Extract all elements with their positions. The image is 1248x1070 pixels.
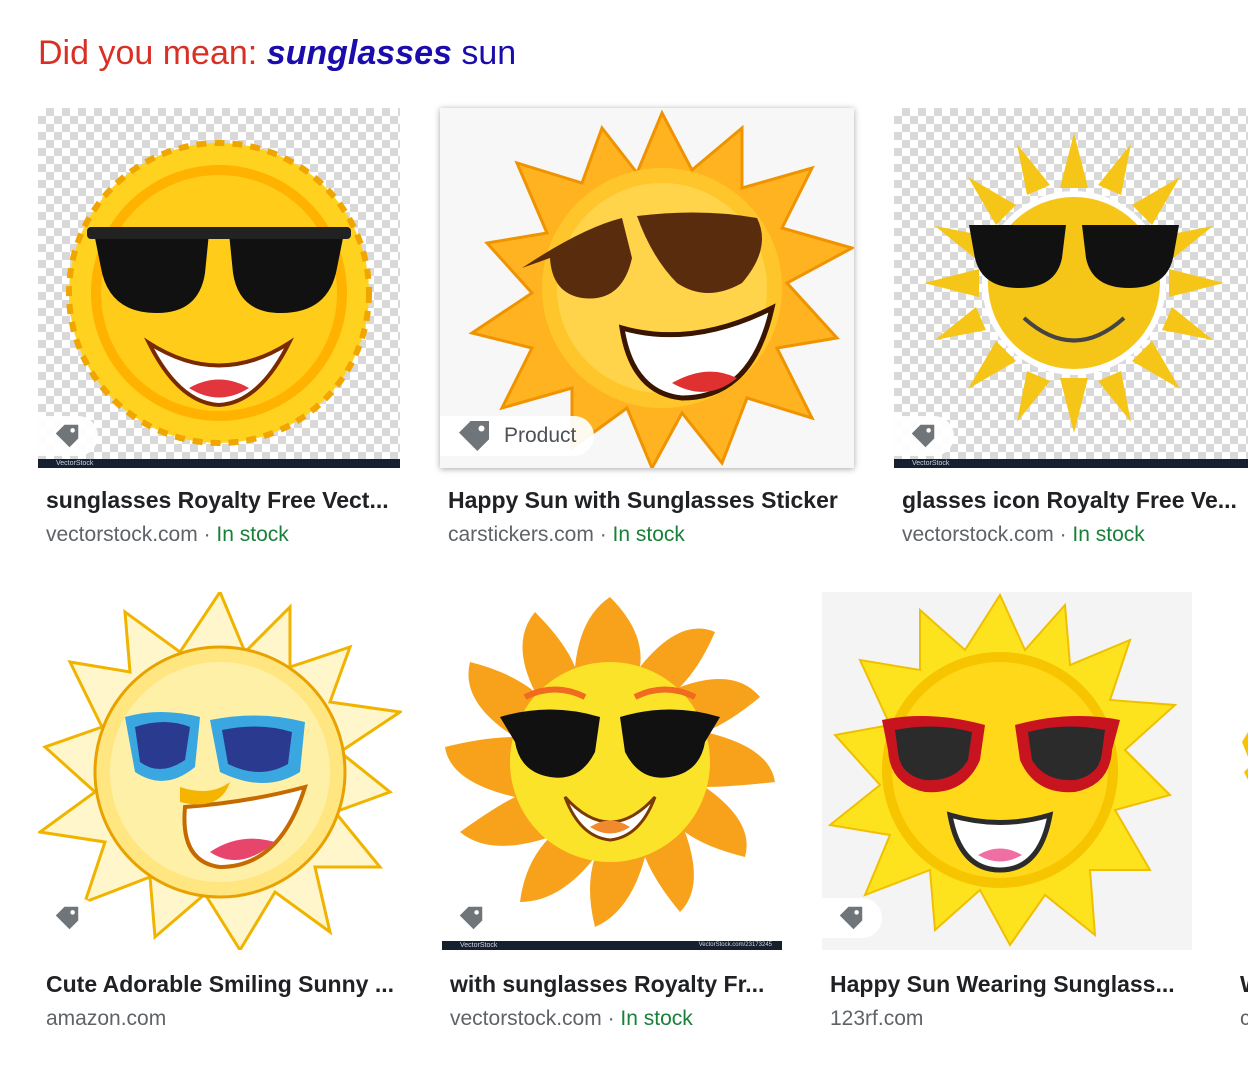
result-source: amazon.com	[46, 1007, 167, 1030]
sun-image	[66, 140, 372, 446]
stock-status: In stock	[216, 523, 289, 546]
result-meta: carstickers.com · In stock	[448, 521, 685, 549]
result-thumbnail[interactable]	[822, 592, 1192, 950]
watermark-text: VectorStock	[912, 460, 950, 467]
result-meta: amazon.com	[46, 1005, 166, 1033]
sun-image	[1242, 732, 1248, 780]
result-source: vectorstock.com	[46, 523, 198, 546]
meta-separator: ·	[607, 1007, 615, 1030]
sun-image	[827, 592, 1178, 947]
product-tag	[822, 898, 882, 938]
product-tag: Product	[440, 416, 595, 456]
did-you-mean: Did you mean: sunglasses sun	[38, 30, 516, 76]
sun-image	[445, 597, 775, 927]
result-meta: 123rf.com	[830, 1005, 923, 1033]
result-thumbnail[interactable]: Product	[440, 108, 854, 468]
meta-separator: ·	[599, 523, 607, 546]
product-tag	[894, 416, 954, 456]
result-title[interactable]: glasses icon Royalty Free Ve...	[902, 485, 1248, 515]
result-source: carstickers.com	[448, 523, 594, 546]
result-source: vectorstock.com	[450, 1007, 602, 1030]
tag-icon	[55, 906, 79, 930]
result-source: vectorstock.com	[902, 523, 1054, 546]
sun-image	[38, 592, 402, 950]
product-badge-label: Product	[504, 424, 577, 447]
tag-icon	[459, 421, 489, 451]
stock-status: In stock	[612, 523, 685, 546]
result-source: 123rf.com	[830, 1007, 924, 1030]
result-source: c	[1240, 1007, 1248, 1030]
product-tag	[38, 416, 98, 456]
tag-icon	[911, 424, 935, 448]
did-you-mean-label: Did you mean:	[38, 34, 258, 72]
suggestion-link-strong[interactable]: sunglasses	[267, 34, 452, 72]
result-meta: vectorstock.com · In stock	[450, 1005, 693, 1033]
result-thumbnail[interactable]	[38, 592, 402, 950]
watermark-bar: VectorStock	[894, 459, 1248, 468]
result-meta: vectorstock.com · In stock	[902, 521, 1145, 549]
result-thumbnail[interactable]: VectorStock	[38, 108, 400, 468]
image-result-card[interactable]: W c	[1232, 592, 1248, 1042]
product-tag	[442, 898, 502, 938]
meta-separator: ·	[1059, 523, 1067, 546]
watermark-url: VectorStock.com/23173245	[698, 942, 772, 948]
tag-icon	[459, 906, 483, 930]
tag-icon	[55, 424, 79, 448]
result-title[interactable]: sunglasses Royalty Free Vect...	[46, 485, 396, 515]
sun-image	[468, 109, 854, 468]
watermark-text: VectorStock	[56, 460, 94, 467]
result-title[interactable]: W	[1240, 969, 1248, 999]
result-thumbnail[interactable]	[1232, 592, 1248, 950]
stock-status: In stock	[1072, 523, 1145, 546]
stock-status: In stock	[620, 1007, 693, 1030]
product-tag	[38, 898, 98, 938]
tag-icon	[839, 906, 863, 930]
watermark-bar: VectorStock VectorStock.com/23173245	[442, 941, 782, 950]
result-title[interactable]: with sunglasses Royalty Fr...	[450, 969, 782, 999]
watermark-text: VectorStock	[460, 942, 498, 949]
result-thumbnail[interactable]: VectorStock	[894, 108, 1248, 468]
suggestion-link-rest[interactable]: sun	[461, 34, 516, 72]
result-thumbnail[interactable]: VectorStock VectorStock.com/23173245	[442, 592, 782, 950]
watermark-bar: VectorStock	[38, 459, 400, 468]
result-meta: vectorstock.com · In stock	[46, 521, 289, 549]
result-title[interactable]: Cute Adorable Smiling Sunny ...	[46, 969, 402, 999]
result-title[interactable]: Happy Sun Wearing Sunglass...	[830, 969, 1192, 999]
result-title[interactable]: Happy Sun with Sunglasses Sticker	[448, 485, 854, 515]
sun-image	[924, 133, 1224, 433]
meta-separator: ·	[203, 523, 211, 546]
result-meta: c	[1240, 1005, 1248, 1033]
